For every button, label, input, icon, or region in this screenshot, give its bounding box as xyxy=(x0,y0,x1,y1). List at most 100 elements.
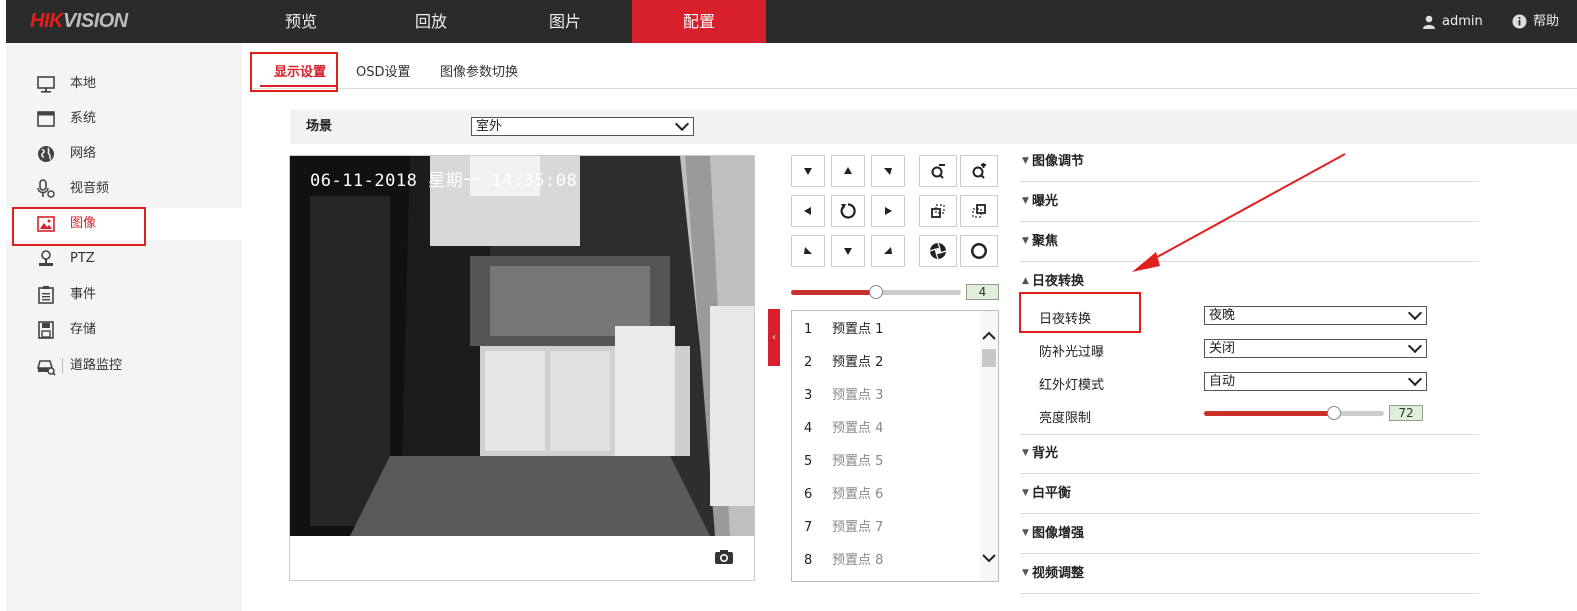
chevron-down-icon: ▼ xyxy=(1022,448,1029,458)
sidebar-item-system[interactable]: 系统 xyxy=(6,103,242,135)
ptz-down-right-button[interactable] xyxy=(871,235,905,267)
ir-mode-label: 红外灯模式 xyxy=(1039,378,1105,393)
collapse-panel-button[interactable]: ‹ xyxy=(768,309,780,366)
nav-preview[interactable]: 预览 xyxy=(234,0,368,43)
tab-image-parameter-switch[interactable]: 图像参数切换 xyxy=(440,52,518,94)
vehicle-search-icon xyxy=(36,360,56,376)
ptz-down-left-button[interactable] xyxy=(791,235,825,267)
hikvision-logo: HIKVISION xyxy=(30,10,128,32)
ptz-down-button[interactable] xyxy=(831,235,865,267)
nav-playback[interactable]: 回放 xyxy=(364,0,498,43)
sidebar-item-label: 事件 xyxy=(70,287,97,302)
ptz-up-right-button[interactable] xyxy=(871,155,905,187)
annotation-box-image-menu xyxy=(12,207,146,246)
scrollbar-thumb[interactable] xyxy=(982,349,996,367)
preset-item[interactable]: 5 预置点 5 xyxy=(792,445,982,478)
preset-item[interactable]: 8 预置点 8 xyxy=(792,544,982,577)
ptz-left-button[interactable] xyxy=(791,195,825,227)
arrow-up-icon xyxy=(844,167,852,174)
ptz-up-left-button[interactable] xyxy=(791,155,825,187)
scene-bar: 场景 室外 xyxy=(290,110,1577,144)
chevron-down-icon[interactable] xyxy=(980,551,998,565)
chevron-down-icon: ▼ xyxy=(1022,236,1029,246)
ptz-up-button[interactable] xyxy=(831,155,865,187)
sidebar-item-road-monitor[interactable]: 道路监控 xyxy=(6,350,242,382)
camera-scene-image xyxy=(290,156,754,536)
preset-list: 1 预置点 1 2 预置点 2 3 预置点 3 4 预置点 4 5 预置点 5 6 预置点 … xyxy=(791,310,999,582)
user-icon xyxy=(1423,15,1435,29)
focus-far-icon xyxy=(972,204,986,218)
sub-tabs: 显示设置 OSD设置 图像参数切换 xyxy=(250,52,1577,89)
arrow-left-icon xyxy=(804,207,811,215)
top-navigation-bar: HIKVISION 预览 回放 图片 配置 admin 帮助 xyxy=(6,0,1577,43)
preset-item[interactable]: 1 预置点 1 xyxy=(792,313,982,346)
iris-close-icon xyxy=(929,242,947,260)
sidebar-item-local[interactable]: 本地 xyxy=(6,68,242,100)
preset-item[interactable]: 4 预置点 4 xyxy=(792,412,982,445)
brightness-limit-value: 72 xyxy=(1389,405,1423,421)
divider xyxy=(62,358,63,374)
user-menu[interactable]: admin xyxy=(1422,0,1483,43)
tab-osd-settings[interactable]: OSD设置 xyxy=(356,52,411,94)
overexposure-prevention-select[interactable]: 关闭 xyxy=(1204,338,1427,358)
section-focus[interactable]: ▼ 聚焦 xyxy=(1020,222,1479,262)
arrow-down-left-icon xyxy=(884,168,892,175)
ptz-camera-icon xyxy=(39,250,53,266)
section-image-enhance[interactable]: ▼ 图像增强 xyxy=(1020,514,1479,554)
arrow-up-right-icon xyxy=(804,247,812,254)
ir-mode-select[interactable]: 自动 xyxy=(1204,371,1427,391)
nav-picture[interactable]: 图片 xyxy=(498,0,632,43)
day-night-switch-select[interactable]: 夜晚 xyxy=(1204,305,1427,325)
ptz-speed-slider[interactable] xyxy=(791,285,961,299)
iris-open-button[interactable] xyxy=(960,235,998,267)
sidebar-item-label: 本地 xyxy=(70,76,97,91)
ptz-right-button[interactable] xyxy=(871,195,905,227)
zoom-out-button[interactable] xyxy=(919,155,957,187)
username: admin xyxy=(1442,14,1483,29)
chevron-down-icon xyxy=(674,116,690,132)
section-video-adjust[interactable]: ▼ 视频调整 xyxy=(1020,554,1479,594)
preset-item[interactable]: 2 预置点 2 xyxy=(792,346,982,379)
ptz-speed-fill xyxy=(791,290,876,295)
sidebar-item-video-audio[interactable]: 视音频 xyxy=(6,173,242,205)
sidebar-item-ptz[interactable]: PTZ xyxy=(6,243,242,275)
live-video[interactable]: 06-11-2018 星期一 14:35:08 xyxy=(290,156,754,536)
ptz-speed-handle[interactable] xyxy=(869,285,883,299)
preset-item[interactable]: 7 预置点 7 xyxy=(792,511,982,544)
focus-near-button[interactable] xyxy=(919,195,957,227)
iris-close-button[interactable] xyxy=(919,235,957,267)
refresh-icon xyxy=(840,203,856,219)
brightness-limit-handle[interactable] xyxy=(1326,406,1341,420)
section-backlight[interactable]: ▼ 背光 xyxy=(1020,434,1479,474)
preset-item[interactable]: 6 预置点 6 xyxy=(792,478,982,511)
chevron-down-icon: ▼ xyxy=(1022,528,1029,538)
preset-scrollbar[interactable] xyxy=(980,311,998,581)
section-image-adjust[interactable]: ▼ 图像调节 xyxy=(1020,142,1479,182)
chevron-up-icon[interactable] xyxy=(980,329,998,343)
sidebar-item-storage[interactable]: 存储 xyxy=(6,314,242,346)
floppy-disk-icon xyxy=(38,321,54,339)
section-white-balance[interactable]: ▼ 白平衡 xyxy=(1020,474,1479,514)
nav-configuration[interactable]: 配置 xyxy=(632,0,766,43)
sidebar-item-network[interactable]: 网络 xyxy=(6,138,242,170)
preset-item[interactable]: 3 预置点 3 xyxy=(792,379,982,412)
ptz-auto-scan-button[interactable] xyxy=(831,195,865,227)
annotation-box-day-night xyxy=(1019,292,1141,333)
section-exposure[interactable]: ▼ 曝光 xyxy=(1020,182,1479,222)
chevron-down-icon: ▼ xyxy=(1022,488,1029,498)
sidebar-item-label: 道路监控 xyxy=(70,358,123,373)
info-icon xyxy=(1512,14,1527,29)
live-video-panel: 06-11-2018 星期一 14:35:08 xyxy=(289,155,755,581)
chevron-down-icon xyxy=(1407,371,1423,387)
snapshot-camera-icon[interactable] xyxy=(714,549,734,565)
focus-far-button[interactable] xyxy=(960,195,998,227)
zoom-in-button[interactable] xyxy=(960,155,998,187)
sidebar: 本地 系统 网络 视音频 图像 PTZ 事件 存储 道路监控 xyxy=(6,43,242,611)
chevron-down-icon xyxy=(1407,338,1423,354)
sidebar-item-event[interactable]: 事件 xyxy=(6,279,242,311)
scene-select[interactable]: 室外 xyxy=(471,116,694,136)
zoom-out-icon xyxy=(931,164,945,179)
help-menu[interactable]: 帮助 xyxy=(1512,0,1559,43)
chevron-down-icon: ▼ xyxy=(1022,196,1029,206)
brightness-limit-slider[interactable] xyxy=(1204,406,1384,420)
